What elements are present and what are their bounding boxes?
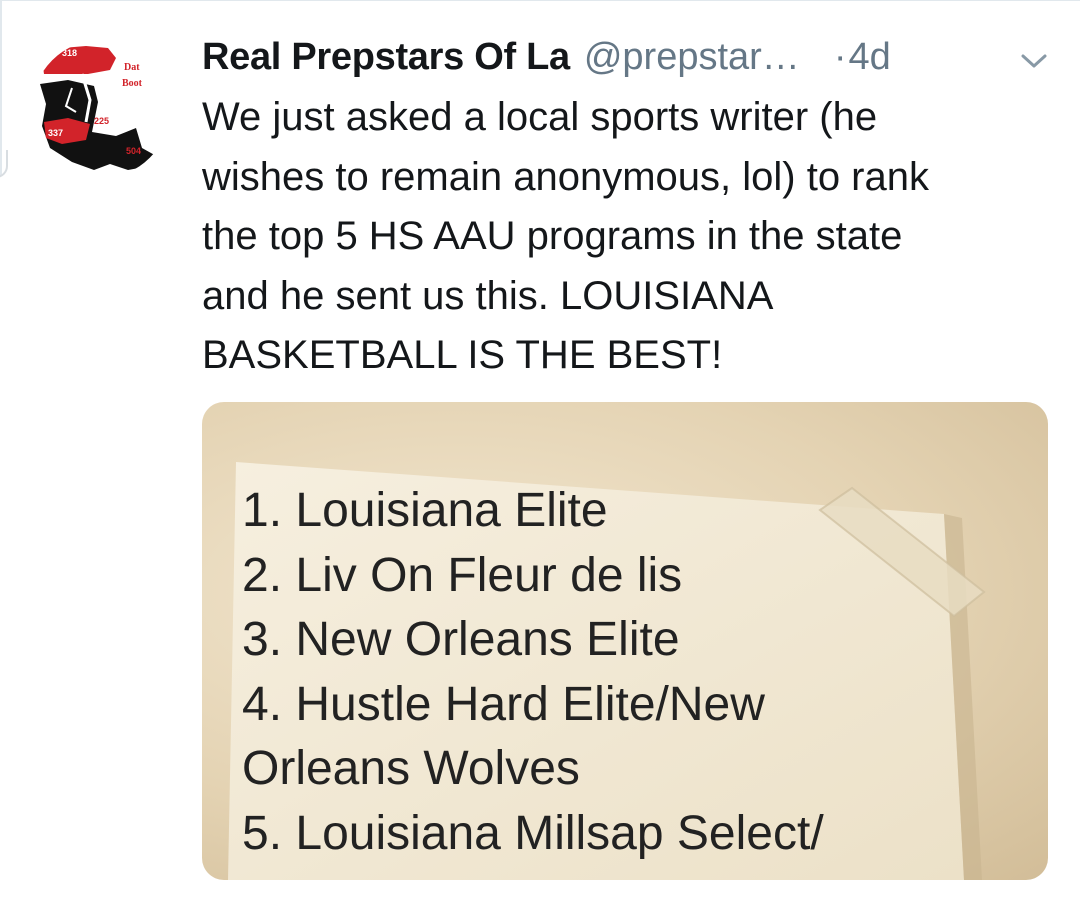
- author-handle[interactable]: @prepstar…: [584, 36, 800, 79]
- tweet-image[interactable]: 1. Louisiana Elite 2. Liv On Fleur de li…: [202, 402, 1048, 880]
- svg-text:Boot: Boot: [122, 78, 143, 89]
- tweet-header: Real Prepstars Of La @prepstar… · 4d: [202, 36, 1062, 86]
- tweet-text-line: and he sent us this. LOUISIANA: [202, 273, 774, 318]
- svg-text:318: 318: [62, 48, 77, 58]
- svg-text:Dat: Dat: [124, 62, 140, 73]
- ranking-item: 2. Liv On Fleur de lis: [242, 548, 683, 602]
- top-divider: [0, 0, 1080, 1]
- thread-connector: [0, 150, 8, 178]
- svg-text:337: 337: [48, 128, 63, 138]
- ranking-item: 3. New Orleans Elite: [242, 613, 680, 666]
- tweet-text-line: BASKETBALL IS THE BEST!: [202, 333, 723, 377]
- avatar[interactable]: 318 Dat Boot 225 337 504: [32, 40, 170, 178]
- tweet-text-line: We just asked a local sports writer (he: [202, 95, 878, 139]
- tweet-text-line: wishes to remain anonymous, lol) to rank: [202, 154, 929, 199]
- ranking-item: 4. Hustle Hard Elite/New: [242, 677, 765, 731]
- ranking-item: 5. Louisiana Millsap Select/: [242, 806, 824, 860]
- ranking-item: 1. Louisiana Elite: [242, 484, 608, 537]
- author-name[interactable]: Real Prepstars Of La: [202, 36, 570, 79]
- ranking-item: Orleans Wolves: [242, 742, 580, 795]
- separator-dot: ·: [833, 36, 847, 78]
- chevron-down-icon[interactable]: [1019, 51, 1049, 71]
- tweet-text: We just asked a local sports writer (he …: [202, 88, 1062, 386]
- svg-text:504: 504: [126, 146, 141, 156]
- timestamp[interactable]: 4d: [848, 36, 890, 79]
- svg-text:225: 225: [94, 116, 109, 126]
- tweet-text-line: the top 5 HS AAU programs in the state: [202, 214, 903, 258]
- ranking-list: 1. Louisiana Elite 2. Liv On Fleur de li…: [242, 479, 824, 866]
